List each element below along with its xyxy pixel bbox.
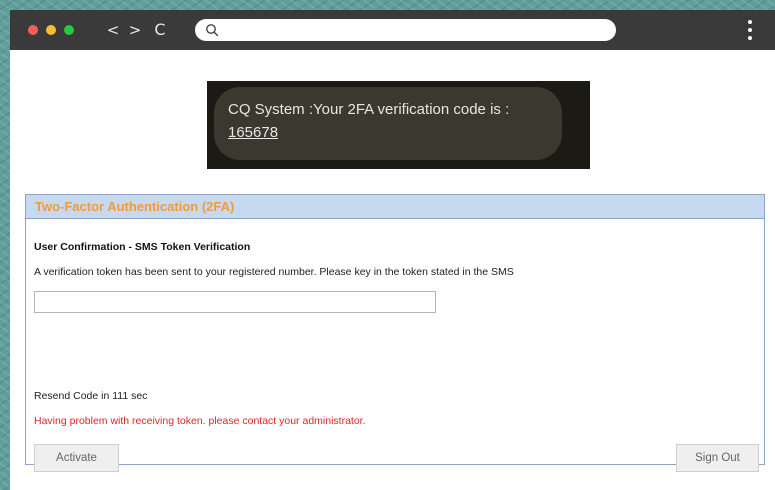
sms-message: CQ System :Your 2FA verification code is… bbox=[228, 101, 510, 118]
back-arrow-icon[interactable]: < bbox=[103, 19, 123, 41]
sms-notification: CQ System :Your 2FA verification code is… bbox=[207, 81, 590, 169]
address-bar[interactable] bbox=[195, 19, 616, 41]
sms-code-link[interactable]: 165678 bbox=[228, 124, 278, 142]
browser-window: < > C CQ System :Your 2FA verification c… bbox=[10, 10, 775, 490]
resend-countdown: Resend Code in 111 sec bbox=[34, 390, 148, 402]
search-icon bbox=[206, 24, 219, 37]
minimize-window-dot[interactable] bbox=[46, 25, 56, 35]
tfa-instructions: A verification token has been sent to yo… bbox=[34, 266, 514, 278]
tfa-title: Two-Factor Authentication (2FA) bbox=[35, 199, 235, 214]
activate-button[interactable]: Activate bbox=[34, 444, 119, 472]
forward-arrow-icon[interactable]: > bbox=[125, 19, 145, 41]
browser-toolbar: < > C bbox=[10, 10, 775, 50]
maximize-window-dot[interactable] bbox=[64, 25, 74, 35]
token-input[interactable] bbox=[34, 291, 436, 313]
address-input[interactable] bbox=[225, 21, 605, 39]
problem-notice: Having problem with receiving token. ple… bbox=[34, 415, 366, 427]
sms-bubble: CQ System :Your 2FA verification code is… bbox=[214, 87, 562, 160]
sign-out-button[interactable]: Sign Out bbox=[676, 444, 759, 472]
tfa-subtitle: User Confirmation - SMS Token Verificati… bbox=[34, 241, 251, 253]
close-window-dot[interactable] bbox=[28, 25, 38, 35]
tfa-panel: Two-Factor Authentication (2FA) User Con… bbox=[25, 194, 765, 472]
tfa-header: Two-Factor Authentication (2FA) bbox=[26, 195, 764, 219]
reload-icon[interactable]: C bbox=[150, 19, 170, 41]
kebab-menu-icon[interactable] bbox=[738, 18, 762, 42]
